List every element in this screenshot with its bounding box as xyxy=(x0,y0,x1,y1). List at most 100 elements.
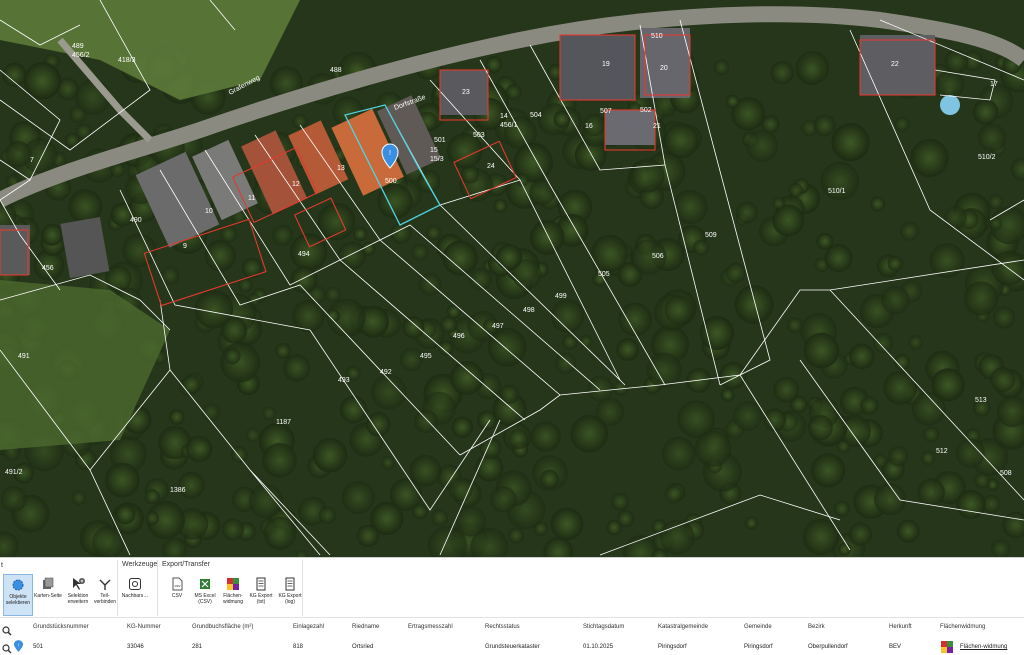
group-separator xyxy=(157,560,158,616)
flaechenwidmung-link[interactable]: Flächen-widmung xyxy=(960,644,1007,650)
split-connect-button[interactable]: Teil-verbinden xyxy=(90,574,120,616)
parcel-label: 501 xyxy=(434,137,446,144)
parcel-label: 504 xyxy=(530,112,542,119)
map-pin-icon[interactable]: ! xyxy=(13,640,24,655)
ribbon-toolbar: t Werkzeuge Export/Transfer Objekte sele… xyxy=(0,557,1024,617)
parcel-label: 510/1 xyxy=(828,188,846,195)
flaechenwidmung-button[interactable]: Flächen-widmung xyxy=(218,574,248,616)
ribbon-button-label: Teil-verbinden xyxy=(94,593,116,605)
parcel-label: 456/1 xyxy=(500,122,518,129)
table-cell: BEV xyxy=(889,644,902,650)
ribbon-button-label: Objekte selektieren xyxy=(5,594,31,606)
column-header[interactable]: Gemeinde xyxy=(744,624,772,630)
building-label: 22 xyxy=(891,61,899,68)
extend-selection-button[interactable]: Selektion erweitern xyxy=(63,574,93,616)
parcel-label: 503 xyxy=(473,132,485,139)
column-header[interactable]: Herkunft xyxy=(889,624,912,630)
objects-select-button[interactable]: Objekte selektieren xyxy=(3,574,33,616)
building-label: 19 xyxy=(602,61,610,68)
parcel-label: 506 xyxy=(652,253,664,260)
parcel-label: 1187 xyxy=(276,419,291,426)
group-title-export: Export/Transfer xyxy=(162,561,210,568)
aerial-map[interactable]: 418/3 488 7 490 456 9 10 11 12 13 494 493 492 495 496 4… xyxy=(0,0,1024,557)
parcel-label: 15/3 xyxy=(430,156,444,163)
ribbon-button-label: MS Excel (CSV) xyxy=(194,593,216,605)
column-header[interactable]: Rechtsstatus xyxy=(485,624,520,630)
column-header[interactable]: Stichtagsdatum xyxy=(583,624,624,630)
parcel-label: 508 xyxy=(1000,470,1012,477)
map-view[interactable]: 418/3 488 7 490 456 9 10 11 12 13 494 493 492 495 496 4… xyxy=(0,0,1024,557)
parcel-label: 494 xyxy=(298,251,310,258)
ribbon-button-label: Nachbars… xyxy=(121,593,149,599)
csv-button[interactable]: csv CSV xyxy=(162,574,192,616)
ribbon-button-label: Karten-Seite xyxy=(34,593,62,599)
parcel-label: 510 xyxy=(651,33,663,40)
table-cell: 01.10.2025 xyxy=(583,644,614,650)
table-cell: Oberpullendorf xyxy=(808,644,848,650)
column-header[interactable]: Bezirk xyxy=(808,624,825,630)
parcel-label: 14 xyxy=(500,113,508,120)
ms-excel-button[interactable]: MS Excel (CSV) xyxy=(190,574,220,616)
parcel-label: 7 xyxy=(30,157,34,164)
document-icon xyxy=(283,577,297,591)
parcel-label: 16 xyxy=(585,123,593,130)
building-label: 21 xyxy=(653,123,661,130)
column-header[interactable]: Flächenwidmung xyxy=(940,624,985,630)
table-row[interactable]: ! 501 33046 281 818 Ortsried Grundsteuerkatast… xyxy=(0,638,1024,655)
parcel-label: 509 xyxy=(705,232,717,239)
parcel-label: 498 xyxy=(523,307,535,314)
result-table: Grundstücksnummer KG-Nummer Grundbuchsfläc… xyxy=(0,617,1024,655)
table-cell: Piringsdorf xyxy=(658,644,687,650)
parcel-label: 495 xyxy=(420,353,432,360)
zoning-icon xyxy=(940,640,954,655)
svg-text:csv: csv xyxy=(175,583,181,588)
ribbon-marker: t xyxy=(1,562,3,569)
parcel-label: 505 xyxy=(598,271,610,278)
parcel-label: 17 xyxy=(990,81,998,88)
table-cell: Ortsried xyxy=(352,644,374,650)
column-header[interactable]: Riedname xyxy=(352,624,379,630)
parcel-label: 9 xyxy=(183,243,187,250)
parcel-label: 1386 xyxy=(170,487,186,494)
parcel-label: 507 xyxy=(600,108,612,115)
parcel-label: 490 xyxy=(130,217,142,224)
column-header[interactable]: Grundbuchsfläche (m²) xyxy=(192,624,253,630)
parcel-label: 13 xyxy=(337,165,345,172)
parcel-label: 491 xyxy=(18,353,30,360)
column-header[interactable]: Ertragsmesszahl xyxy=(408,624,453,630)
table-cell: 33046 xyxy=(127,644,144,650)
building-label: 20 xyxy=(660,65,668,72)
pages-icon xyxy=(41,577,55,591)
parcel-label: 502 xyxy=(640,107,652,114)
document-icon xyxy=(254,577,268,591)
zoom-icon[interactable] xyxy=(2,641,12,655)
svg-text:!: ! xyxy=(18,643,19,648)
column-header[interactable]: Grundstücksnummer xyxy=(33,624,89,630)
column-header[interactable]: Katastralgemeinde xyxy=(658,624,708,630)
parcel-label: 489 xyxy=(72,43,84,50)
parcel-label: 488 xyxy=(330,67,342,74)
zoning-icon xyxy=(226,577,240,591)
table-cell: 281 xyxy=(192,644,203,650)
kg-export-txt-button[interactable]: KG Export (txt) xyxy=(246,574,276,616)
column-header[interactable]: Einlagezahl xyxy=(293,624,324,630)
table-header: Grundstücksnummer KG-Nummer Grundbuchsfläc… xyxy=(0,620,1024,638)
neighbors-button[interactable]: Nachbars… xyxy=(120,574,150,616)
map-page-button[interactable]: Karten-Seite xyxy=(33,574,63,616)
neighbors-icon xyxy=(128,577,142,591)
building-label: 23 xyxy=(462,89,470,96)
kg-export-log-button[interactable]: KG Export (log) xyxy=(275,574,305,616)
select-icon xyxy=(11,578,25,592)
parcel-label: 10 xyxy=(205,208,213,215)
building-label: 24 xyxy=(487,163,495,170)
column-header[interactable]: KG-Nummer xyxy=(127,624,161,630)
parcel-label: 491/2 xyxy=(5,469,23,476)
merge-icon xyxy=(98,577,112,591)
parcel-label: 11 xyxy=(248,195,255,202)
parcel-label: 493 xyxy=(338,377,350,384)
parcel-label: 15 xyxy=(430,147,438,154)
parcel-label: 12 xyxy=(292,181,300,188)
svg-text:!: ! xyxy=(389,150,391,157)
table-cell: 501 xyxy=(33,644,44,650)
ribbon-button-label: Flächen-widmung xyxy=(222,593,243,605)
